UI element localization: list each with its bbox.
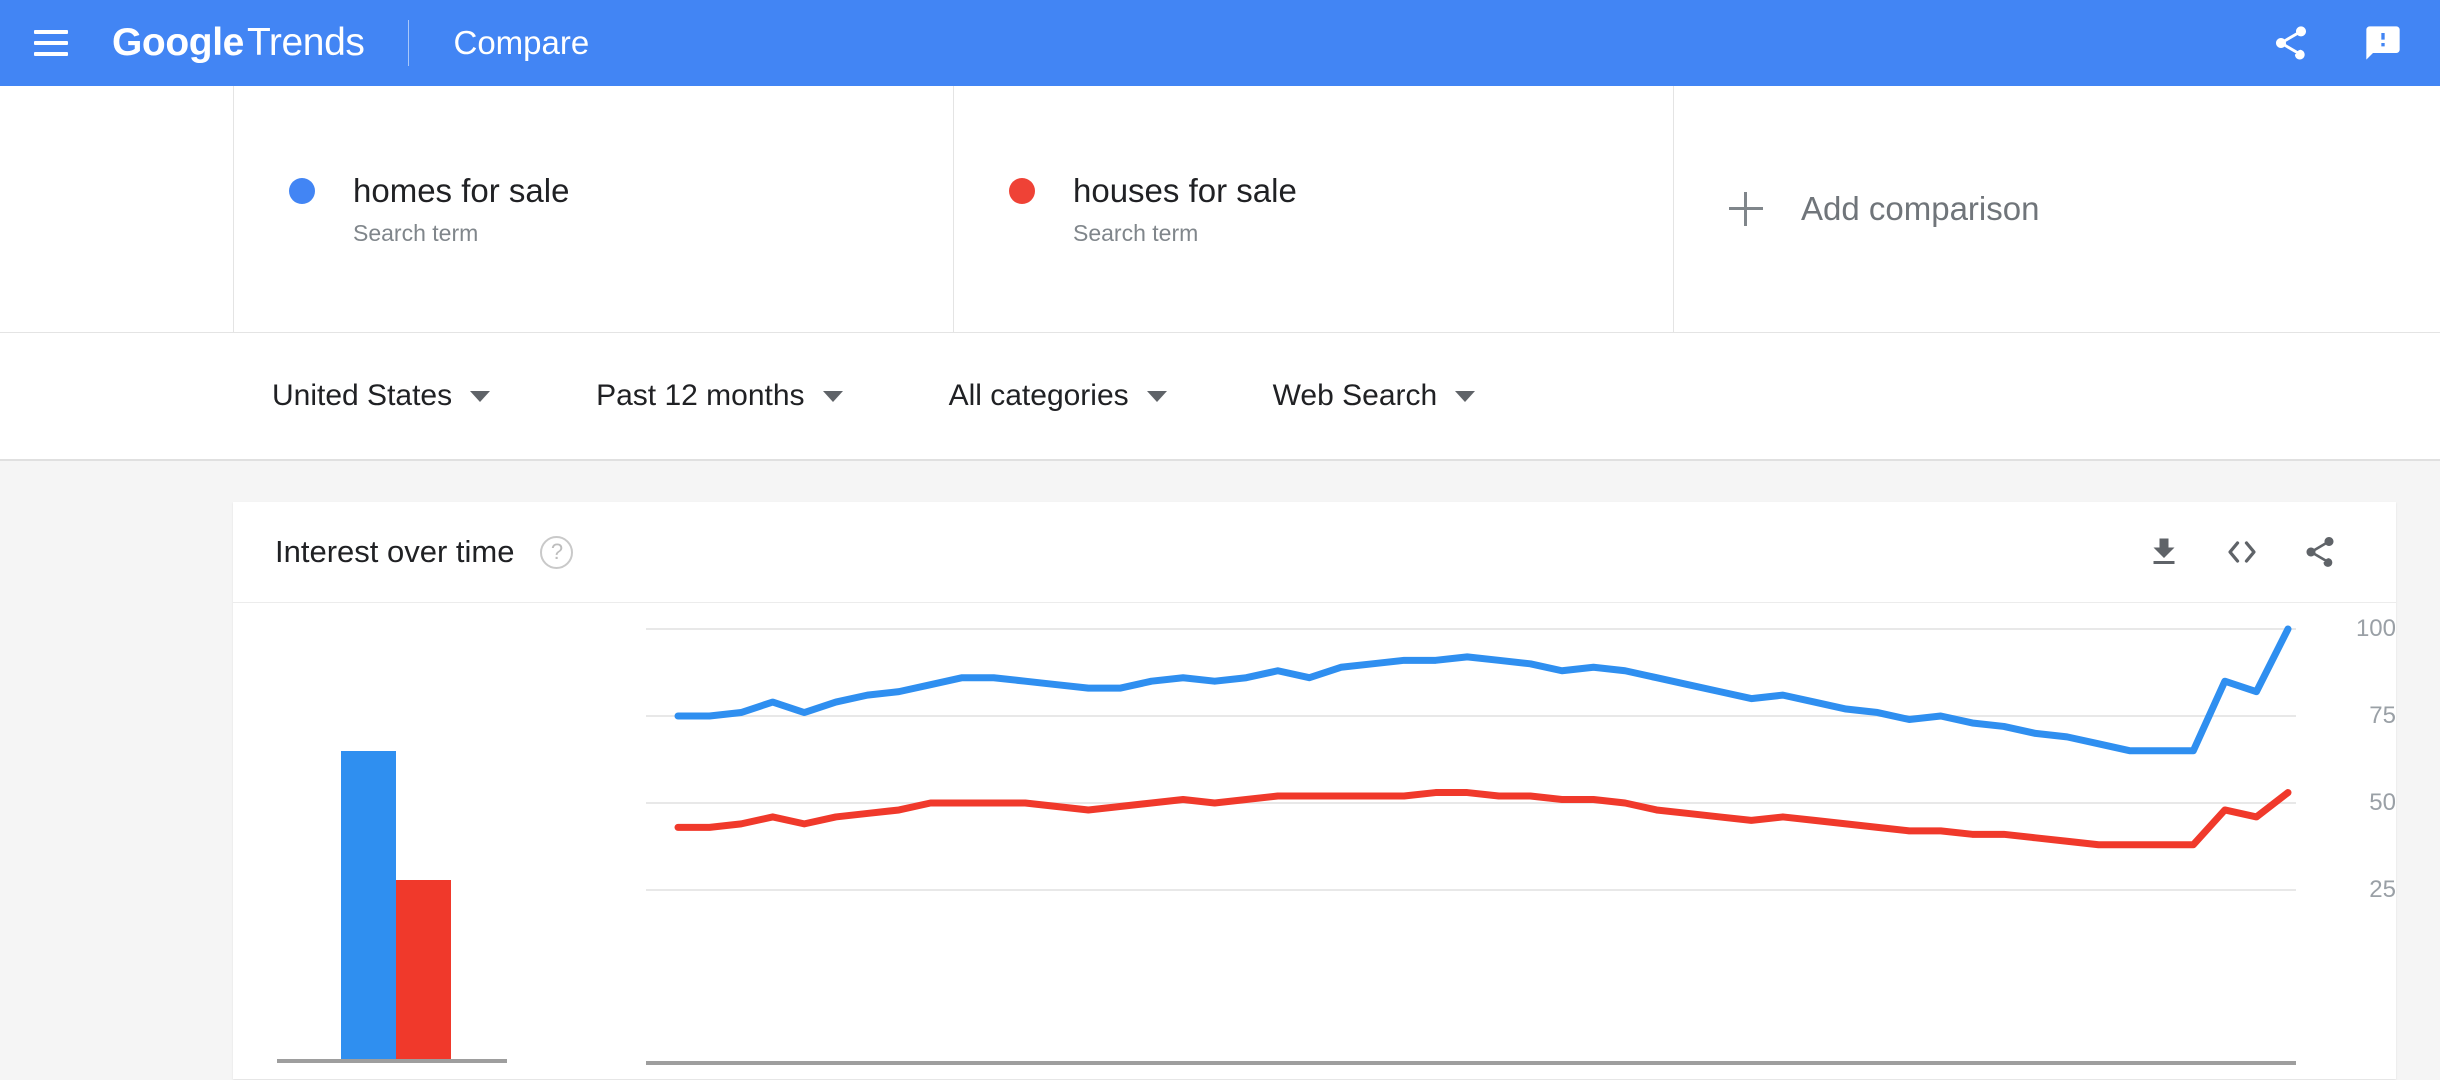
feedback-icon[interactable]: [2354, 14, 2412, 72]
chevron-down-icon: [822, 390, 843, 402]
chevron-down-icon: [1455, 390, 1476, 402]
comparison-cards-row: homes for sale Search term houses for sa…: [0, 86, 2440, 333]
y-axis-tick-label: 100: [2355, 615, 2396, 642]
filter-category-label: All categories: [948, 379, 1129, 412]
appbar-divider: [408, 20, 410, 66]
comparison-term-name: houses for sale: [1073, 171, 1297, 209]
series-color-dot-red: [1009, 177, 1035, 204]
add-comparison-label: Add comparison: [1801, 190, 2040, 227]
page-title-compare[interactable]: Compare: [453, 24, 589, 62]
line-chart-svg: [646, 625, 2296, 1065]
card-header: Interest over time ?: [233, 502, 2396, 603]
y-axis-tick-label: 75: [2369, 702, 2396, 729]
average-bar-axis: [277, 1059, 507, 1063]
comparison-term-line: houses for sale: [1009, 172, 1673, 210]
add-comparison-button[interactable]: Add comparison: [1673, 86, 2440, 333]
comparison-term-line: homes for sale: [289, 172, 953, 210]
page-body: Interest over time ? 100 75 50 25: [0, 461, 2440, 1080]
interest-over-time-line-chart[interactable]: 100 75 50 25: [518, 603, 2396, 1079]
comparison-term-type: Search term: [1073, 219, 1199, 246]
hamburger-menu-icon[interactable]: [34, 30, 68, 56]
filter-search-type-label: Web Search: [1272, 379, 1438, 412]
hamburger-line: [34, 52, 68, 56]
filter-region[interactable]: United States: [272, 379, 491, 413]
interest-over-time-card: Interest over time ? 100 75 50 25: [233, 502, 2396, 1079]
average-bar-homes[interactable]: [341, 751, 396, 1059]
comparison-left-gutter: [0, 86, 233, 333]
download-icon[interactable]: [2138, 526, 2190, 578]
y-axis-tick-label: 25: [2369, 876, 2396, 903]
filter-time-range[interactable]: Past 12 months: [596, 379, 843, 413]
series-line-homes-for-sale[interactable]: [674, 625, 2292, 755]
filter-bar: United States Past 12 months All categor…: [0, 333, 2440, 461]
logo-google: Google: [112, 21, 244, 64]
google-trends-logo[interactable]: Google Trends: [112, 21, 365, 65]
average-bar-chart: [233, 603, 518, 1079]
comparison-card-1[interactable]: homes for sale Search term: [233, 86, 953, 333]
card-body: 100 75 50 25: [233, 603, 2396, 1079]
hamburger-line: [34, 30, 68, 34]
filter-search-type[interactable]: Web Search: [1273, 379, 1476, 413]
chevron-down-icon: [470, 390, 491, 402]
app-bar: Google Trends Compare: [0, 0, 2440, 86]
chevron-down-icon: [1146, 390, 1167, 402]
filter-region-label: United States: [272, 379, 453, 412]
share-icon[interactable]: [2262, 14, 2320, 72]
card-title: Interest over time: [275, 534, 515, 569]
embed-code-icon[interactable]: [2216, 526, 2268, 578]
series-line-houses-for-sale[interactable]: [674, 789, 2292, 849]
help-icon[interactable]: ?: [540, 535, 574, 569]
comparison-term-name: homes for sale: [353, 171, 570, 209]
y-axis-tick-label: 50: [2369, 789, 2396, 816]
comparison-term-type: Search term: [353, 219, 479, 246]
filter-time-range-label: Past 12 months: [596, 379, 805, 412]
average-bar-houses[interactable]: [396, 880, 451, 1059]
comparison-card-2[interactable]: houses for sale Search term: [953, 86, 1673, 333]
logo-trends: Trends: [246, 21, 365, 64]
series-color-dot-blue: [289, 177, 315, 204]
filter-category[interactable]: All categories: [949, 379, 1167, 413]
hamburger-line: [34, 41, 68, 45]
plus-icon: [1729, 192, 1763, 226]
share-icon[interactable]: [2294, 526, 2346, 578]
